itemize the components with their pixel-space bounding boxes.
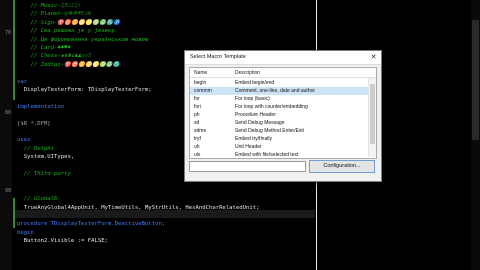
template-name: fori [194, 104, 201, 110]
template-name: sdme [194, 128, 207, 134]
list-item[interactable]: ph Procedure Header [190, 111, 368, 119]
code-line: // Planet-♁♃♄♅♆♇☉☿ [17, 11, 92, 18]
select-macro-template-dialog: Select Macro Template ✕ Name Description… [184, 50, 382, 182]
template-name: tryf [194, 136, 201, 142]
column-header-name[interactable]: Name [194, 70, 207, 76]
list-item[interactable]: uls Embed with file/selected text [190, 151, 368, 158]
template-description: Procedure Header [235, 112, 276, 118]
template-description: Comment, one-line, date and author [235, 88, 316, 94]
code-line: // Це форумування українською мовою [17, 36, 149, 43]
code-line: // Delphi [17, 145, 55, 152]
list-scrollbar[interactable] [368, 78, 376, 157]
template-name: sd [194, 120, 200, 126]
code-line: procedure TDisplayTesterForm.DeactiveBut… [17, 221, 166, 228]
list-item[interactable]: sd Send Debug Message [190, 119, 368, 127]
template-name: ph [194, 112, 200, 118]
code-line: Button2.Visible := FALSE; [17, 238, 108, 245]
list-item[interactable]: for For loop (basic) [190, 95, 368, 103]
code-line: var [17, 78, 28, 85]
code-line: System.UITypes, [17, 154, 75, 161]
code-line: // Card-♠♣♥♦ [17, 45, 71, 51]
list-item[interactable]: commm Comment, one-line, date and author [190, 87, 368, 95]
line-number: 70 [4, 30, 11, 36]
code-line: // Chess-♚♛♜♝♞♟♔♕♖ [17, 53, 92, 60]
list-item[interactable]: sdme Send Debug Method Enter/Exit [190, 127, 368, 135]
template-description: Embed begin/end [235, 80, 275, 86]
template-name: uls [194, 152, 201, 158]
list-item[interactable]: fori For loop with counter/embedding [190, 103, 368, 111]
modified-lines-bar [13, 0, 15, 100]
code-line: TrueAnyGlobal4AppUnit, MyTimeUtils, MySt… [17, 204, 260, 211]
close-icon[interactable]: ✕ [368, 52, 379, 63]
template-description: Embed try/finally [235, 136, 272, 142]
list-header: Name Description [190, 68, 376, 78]
list-item[interactable]: tryf Embed try/finally [190, 135, 368, 143]
editor-scrollbar-thumb[interactable] [472, 20, 479, 140]
code-line: // Music-♫♬♩♪♫♮ [17, 3, 81, 9]
template-name: for [194, 96, 200, 102]
filter-input[interactable] [189, 161, 306, 172]
code-line: // Global6 [17, 196, 58, 203]
line-number: 80 [4, 110, 11, 116]
column-header-description[interactable]: Description [235, 70, 260, 76]
code-line: {$R *.DFM} [17, 120, 51, 127]
code-line: DisplayTesterForm: TDisplayTesterForm; [17, 87, 152, 93]
list-item[interactable]: uh Unit Header [190, 143, 368, 151]
template-description: Unit Header [235, 144, 262, 150]
code-line: // Sign-♈♉♊♋♌♍♎♏♐ [17, 19, 121, 26]
template-description: Embed with file/selected text [235, 152, 299, 158]
dialog-title: Select Macro Template [190, 54, 246, 60]
template-description: Send Debug Method Enter/Exit [235, 128, 304, 134]
code-line: uses [17, 137, 31, 144]
code-line: begin [17, 229, 34, 236]
template-name: begin [194, 80, 207, 86]
template-name: uh [194, 144, 200, 150]
code-line: // Сва решења је у језику [17, 28, 115, 35]
template-description: For loop (basic) [235, 96, 270, 102]
line-number: 90 [4, 188, 11, 194]
code-line: // Third party [17, 171, 71, 177]
code-line: implementation [17, 103, 65, 110]
configuration-button[interactable]: Configuration... [309, 160, 375, 173]
template-description: Send Debug Message [235, 120, 285, 126]
dialog-title-bar[interactable]: Select Macro Template ✕ [185, 51, 381, 65]
template-description: For loop with counter/embedding [235, 104, 308, 110]
macro-template-list[interactable]: Name Description begin Embed begin/end com… [189, 67, 377, 159]
code-line: // Zodiac-♈♉♊♋♌♍♎♏ [17, 61, 120, 68]
template-name: commm [194, 88, 212, 94]
list-item[interactable]: begin Embed begin/end [190, 79, 368, 87]
list-scrollbar-thumb[interactable] [370, 84, 375, 144]
line-number-gutter: 70 80 90 [0, 0, 12, 270]
